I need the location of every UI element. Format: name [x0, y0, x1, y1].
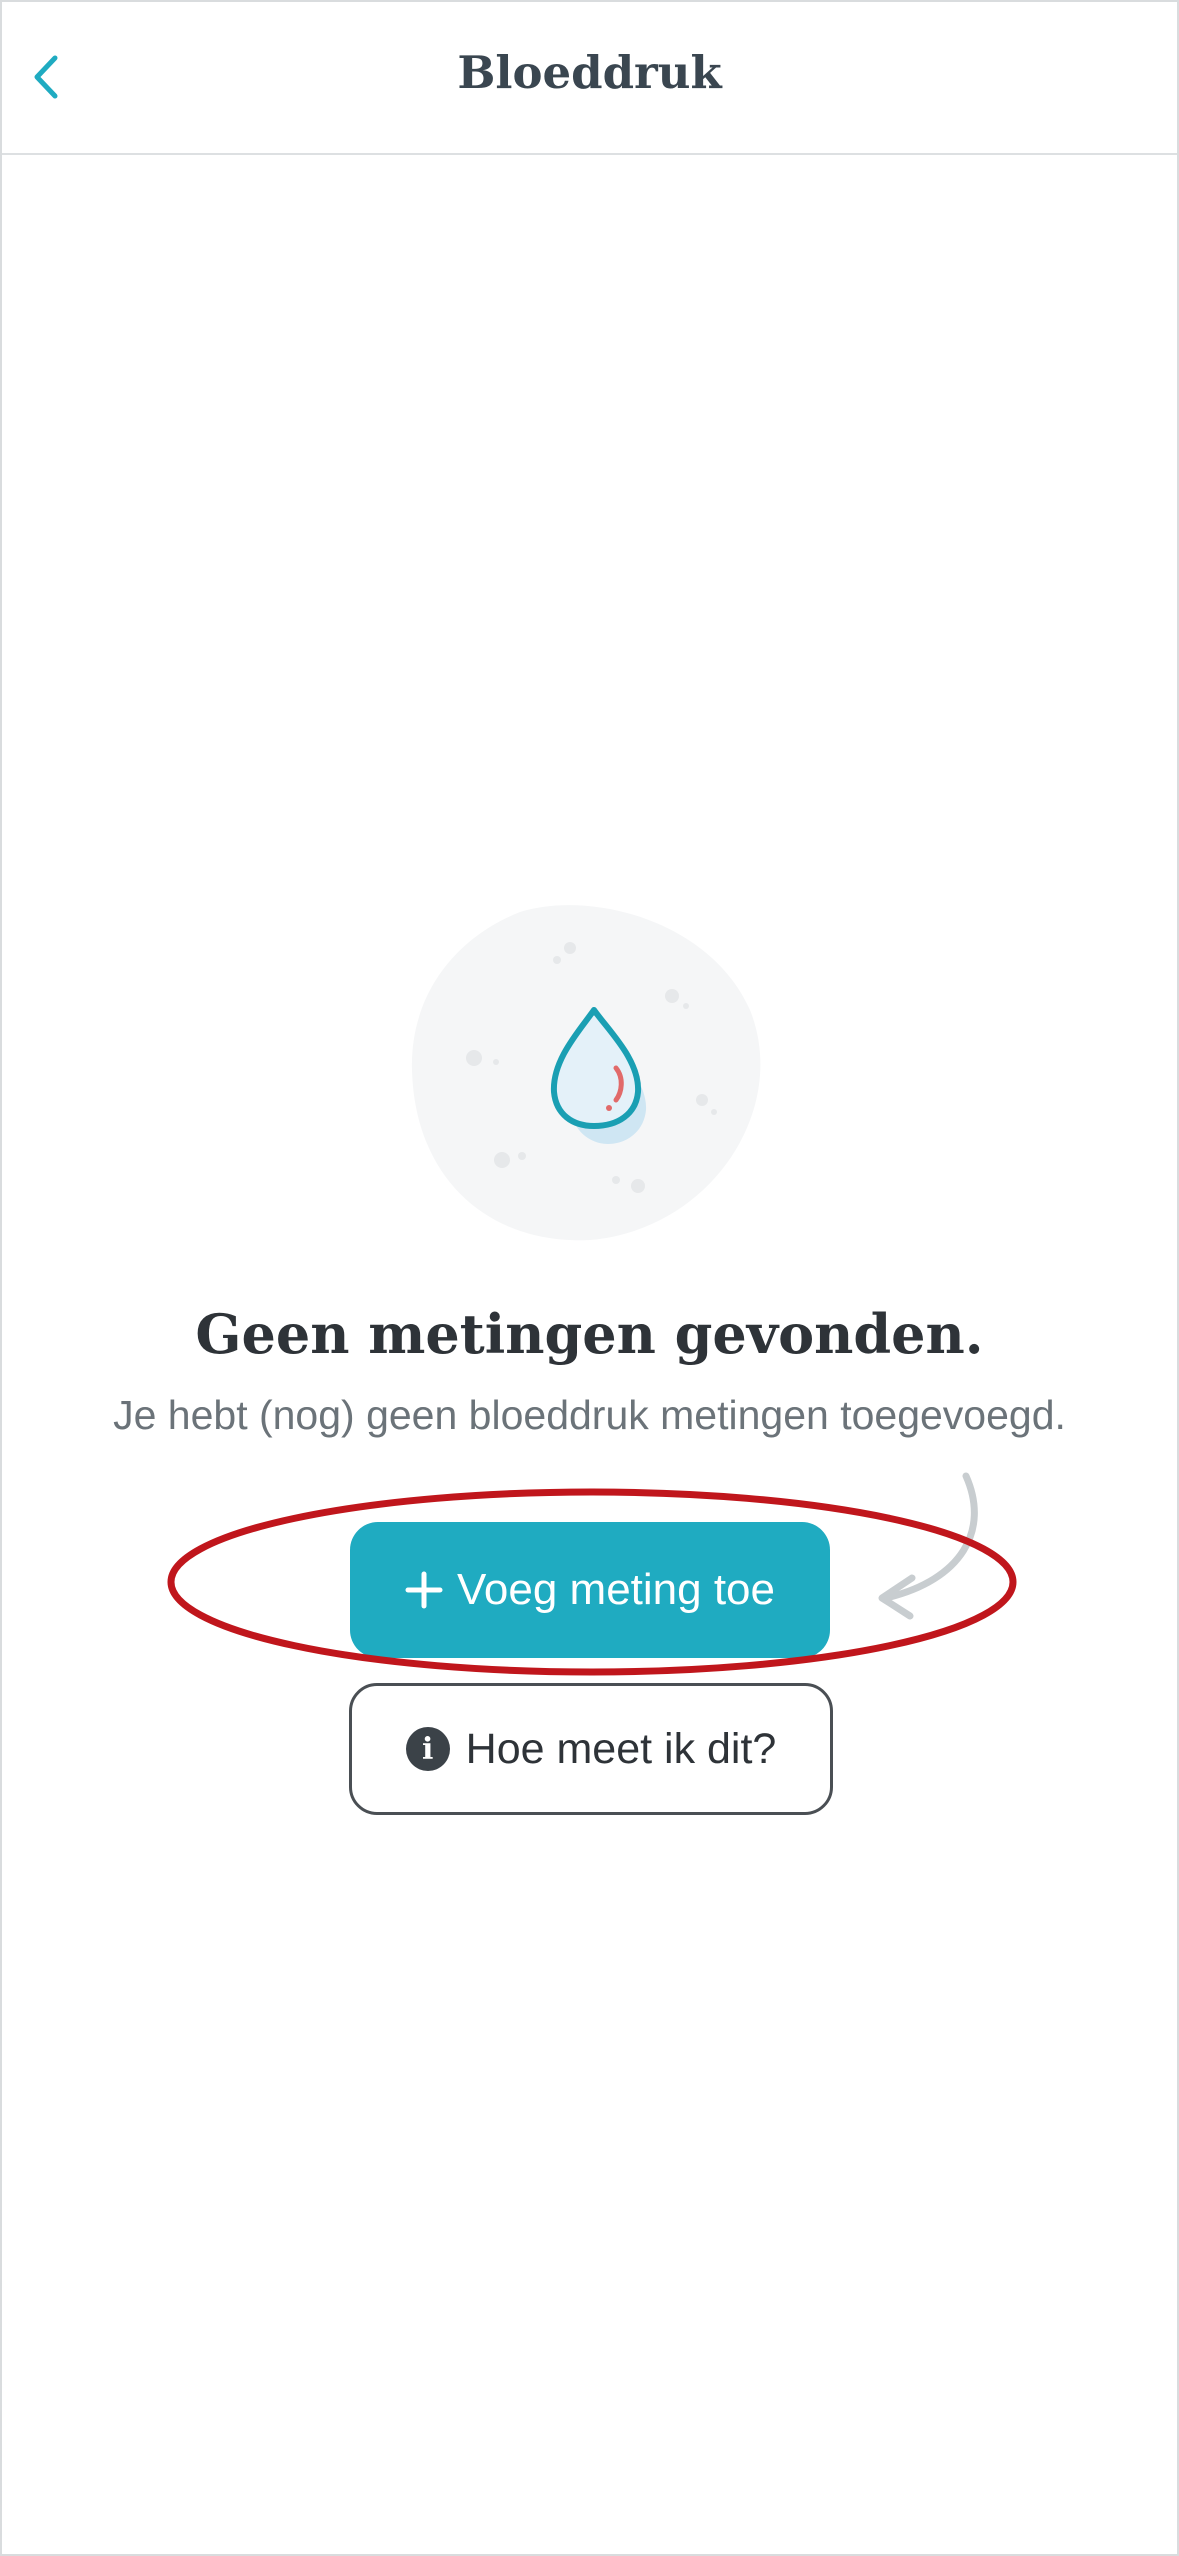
- highlight-annotation: [167, 1488, 1017, 1676]
- empty-state-subtitle: Je hebt (nog) geen bloeddruk metingen to…: [113, 1392, 1066, 1438]
- how-to-measure-label: Hoe meet ik dit?: [465, 1724, 777, 1773]
- info-icon: i: [405, 1727, 450, 1771]
- how-to-measure-button[interactable]: i Hoe meet ik dit?: [349, 1683, 833, 1815]
- page-title: Bloeddruk: [457, 46, 722, 99]
- blood-drop-illustration: [411, 905, 761, 1241]
- empty-state-title: Geen metingen gevonden.: [195, 1302, 984, 1366]
- app-header: Bloeddruk: [2, 2, 1177, 155]
